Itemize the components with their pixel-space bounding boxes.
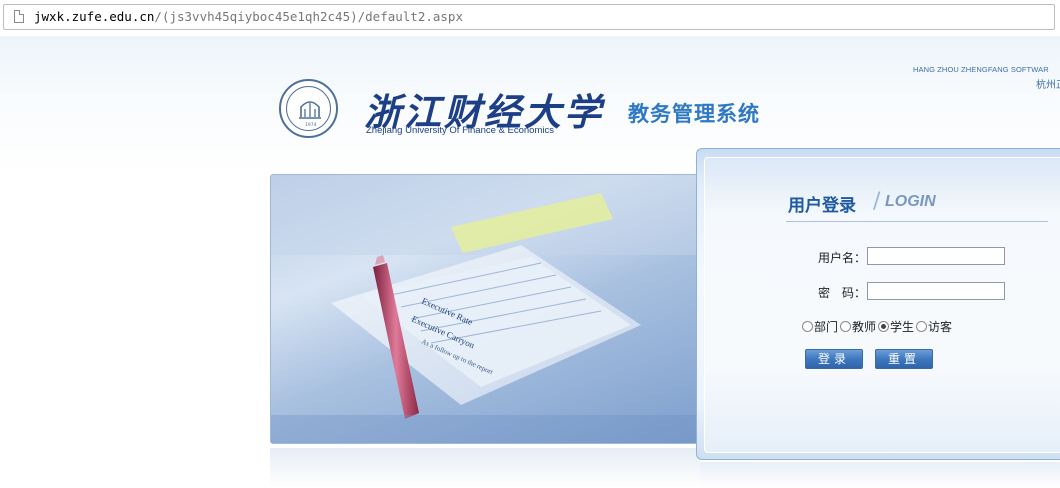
- username-label: 用户名：: [818, 251, 867, 265]
- page-icon: [14, 10, 24, 23]
- university-seal-logo: 1974: [279, 79, 338, 138]
- role-option-teacher[interactable]: 教师: [840, 318, 876, 335]
- seal-year: 1974: [305, 122, 317, 128]
- radio-teacher[interactable]: [840, 321, 852, 332]
- role-label-visitor: 访客: [928, 320, 953, 334]
- radio-student[interactable]: [878, 321, 890, 332]
- password-input[interactable]: [867, 282, 1005, 300]
- browser-address-bar: jwxk.zufe.edu.cn/(js3vvh45qiyboc45e1qh2c…: [0, 0, 1060, 36]
- login-button[interactable]: 登录: [805, 349, 863, 369]
- photo-reflection: [270, 448, 700, 488]
- system-title: 教务管理系统: [628, 102, 760, 126]
- url-host: jwxk.zufe.edu.cn: [34, 9, 155, 24]
- login-title-divider: /: [873, 189, 881, 214]
- password-label: 密 码：: [818, 286, 867, 300]
- company-name-en: HANG ZHOU ZHENGFANG SOFTWAR: [913, 65, 1049, 74]
- role-label-student: 学生: [890, 320, 915, 334]
- url-text: jwxk.zufe.edu.cn/(js3vvh45qiyboc45e1qh2c…: [34, 9, 463, 24]
- login-panel-inner: [704, 157, 1060, 453]
- hero-photo-illustration: Executive Rate Executive Carryon As a fo…: [271, 175, 699, 443]
- login-title-rule: [786, 221, 1048, 222]
- role-label-teacher: 教师: [852, 320, 877, 334]
- seal-emblem-icon: 1974: [299, 101, 321, 128]
- company-name-cn: 杭州正: [1036, 80, 1060, 91]
- url-path: /(js3vvh45qiyboc45e1qh2c45)/default2.asp…: [154, 9, 463, 24]
- login-title-en: LOGIN: [885, 193, 936, 210]
- username-input[interactable]: [867, 247, 1005, 265]
- login-title-cn: 用户登录: [788, 196, 856, 216]
- url-field[interactable]: jwxk.zufe.edu.cn/(js3vvh45qiyboc45e1qh2c…: [3, 4, 1055, 30]
- role-label-department: 部门: [814, 320, 839, 334]
- role-option-department[interactable]: 部门: [802, 318, 838, 335]
- radio-department[interactable]: [802, 321, 813, 332]
- role-option-student[interactable]: 学生: [878, 318, 914, 335]
- university-name-en: Zhejiang University Of Finance & Economi…: [366, 125, 554, 136]
- reset-button[interactable]: 重置: [875, 349, 933, 369]
- role-option-visitor[interactable]: 访客: [916, 318, 952, 335]
- radio-visitor[interactable]: [916, 321, 928, 332]
- login-panel-reflection: [700, 462, 1060, 488]
- hero-photo: Executive Rate Executive Carryon As a fo…: [270, 174, 700, 444]
- role-radio-group: 部门 教师 学生 访客: [802, 318, 954, 335]
